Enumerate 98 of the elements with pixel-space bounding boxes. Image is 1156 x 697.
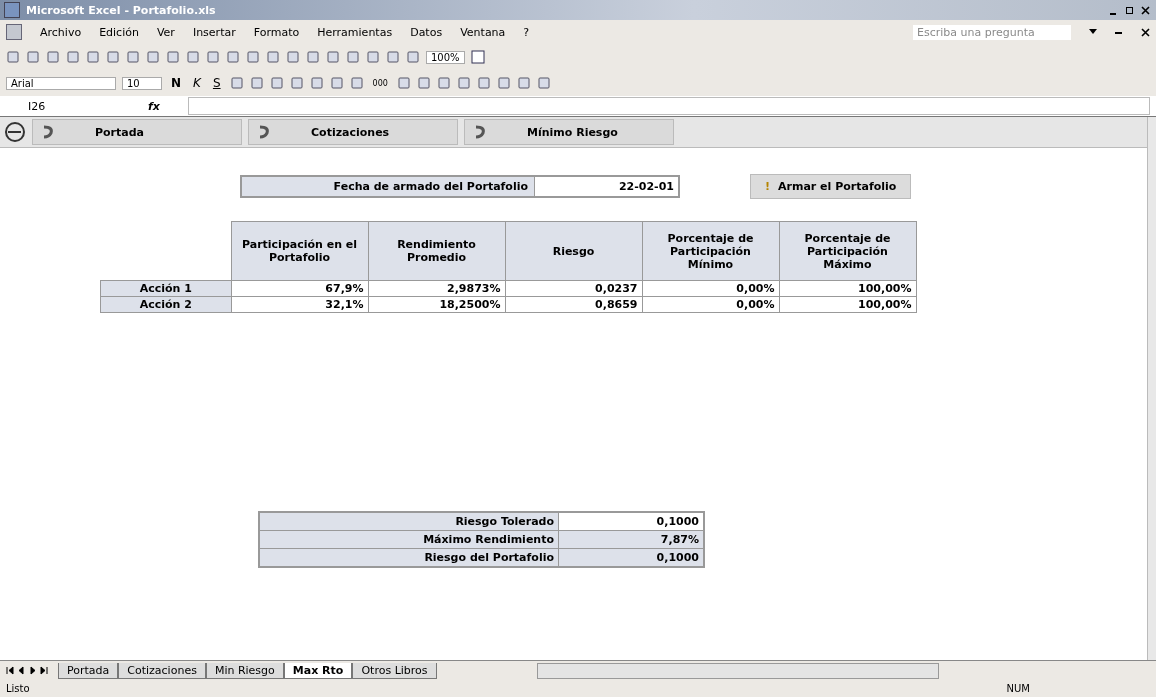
table-cell: 0,00%	[642, 280, 779, 297]
toolbar-icon[interactable]	[186, 50, 200, 64]
column-header: Rendimiento Promedio	[368, 221, 505, 281]
date-value[interactable]: 22-02-01	[535, 177, 678, 196]
toolbar-icon[interactable]	[396, 76, 411, 90]
menu-item[interactable]: Edición	[99, 25, 139, 39]
toolbar-icon[interactable]	[496, 76, 511, 90]
toolbar-icon[interactable]	[286, 50, 300, 64]
toolbar-icon[interactable]	[229, 76, 244, 90]
summary-value[interactable]: 0,1000	[558, 512, 704, 531]
sheet-tab[interactable]: Otros Libros	[352, 663, 437, 679]
sheet-tab[interactable]: Cotizaciones	[118, 663, 206, 679]
toolbar-icon[interactable]	[226, 50, 240, 64]
toolbar-icon[interactable]	[66, 50, 80, 64]
column-header: Porcentaje de Participación Máximo	[779, 221, 916, 281]
date-label: Fecha de armado del Portafolio	[242, 177, 535, 196]
font-dropdown[interactable]: Arial	[6, 76, 116, 90]
toolbar-icon[interactable]	[326, 50, 340, 64]
menu-item[interactable]: ?	[523, 25, 530, 39]
underline-button[interactable]: S	[209, 76, 224, 90]
toolbar-icon[interactable]	[6, 50, 20, 64]
horizontal-scrollbar[interactable]	[536, 663, 939, 679]
menu-item[interactable]: Archivo	[40, 25, 82, 39]
toolbar-icon[interactable]	[309, 76, 324, 90]
table-cell: 32,1%	[231, 296, 368, 313]
menu-item[interactable]: Datos	[410, 25, 443, 39]
toolbar-icon[interactable]	[266, 50, 280, 64]
zoom-dropdown[interactable]: 100%	[426, 50, 465, 64]
sheet-tab[interactable]: Portada	[58, 663, 119, 679]
toolbar-icon[interactable]	[26, 50, 40, 64]
logo-icon	[4, 121, 26, 143]
tab-scroll-icon[interactable]	[6, 666, 50, 675]
font-size-dropdown[interactable]: 10	[122, 76, 162, 90]
thousands-button[interactable]: 000	[369, 78, 391, 88]
table-cell: 0,0237	[505, 280, 642, 297]
toolbar-icon[interactable]	[146, 50, 160, 64]
toolbar-icon[interactable]	[126, 50, 140, 64]
toolbar-icon[interactable]	[436, 76, 451, 90]
menu-item[interactable]: Insertar	[192, 25, 236, 39]
toolbar-icon[interactable]	[406, 50, 420, 64]
navigation-button[interactable]: Mínimo Riesgo	[464, 119, 674, 145]
toolbar-icon[interactable]	[476, 76, 491, 90]
maximize-icon[interactable]	[1124, 5, 1134, 15]
italic-button[interactable]: K	[190, 76, 204, 90]
table-cell: 0,8659	[505, 296, 642, 313]
toolbar-icon[interactable]	[206, 50, 220, 64]
toolbar-icon[interactable]	[346, 50, 360, 64]
table-cell: 100,00%	[779, 280, 916, 297]
toolbar-icon[interactable]	[249, 76, 264, 90]
vertical-scrollbar[interactable]	[1147, 117, 1156, 660]
navigation-button[interactable]: Cotizaciones	[248, 119, 458, 145]
table-cell: 100,00%	[779, 296, 916, 313]
sheet-tab[interactable]: Min Riesgo	[205, 663, 284, 679]
toolbar-icon[interactable]	[536, 76, 551, 90]
toolbar-icon[interactable]	[166, 50, 180, 64]
table-cell: 67,9%	[231, 280, 368, 297]
column-header: Riesgo	[505, 221, 642, 281]
toolbar-icon[interactable]	[456, 76, 471, 90]
table-cell: 2,9873%	[368, 280, 505, 297]
caret-icon[interactable]	[1089, 29, 1097, 35]
toolbar-icon[interactable]	[306, 50, 320, 64]
help-icon[interactable]	[470, 50, 485, 64]
help-search-field[interactable]: Escriba una pregunta	[913, 24, 1071, 40]
close-icon[interactable]	[1140, 5, 1150, 15]
column-header: Porcentaje de Participación Mínimo	[642, 221, 779, 281]
window-title: Microsoft Excel - Portafolio.xls	[26, 3, 216, 17]
toolbar-icon[interactable]	[86, 50, 100, 64]
menu-item[interactable]: Formato	[253, 25, 300, 39]
bold-button[interactable]: N	[168, 76, 185, 90]
close-icon[interactable]	[1141, 27, 1150, 37]
name-box[interactable]: I26	[6, 99, 138, 113]
toolbar-icon[interactable]	[366, 50, 380, 64]
toolbar-icon[interactable]	[269, 76, 284, 90]
num-lock-indicator: NUM	[1006, 682, 1030, 694]
menu-item[interactable]: Ver	[156, 25, 175, 39]
toolbar-icon[interactable]	[329, 76, 344, 90]
toolbar-icon[interactable]	[289, 76, 304, 90]
toolbar-icon[interactable]	[349, 76, 364, 90]
row-header: Acción 1	[100, 280, 231, 297]
menu-item[interactable]: Ventana	[460, 25, 506, 39]
toolbar-icon[interactable]	[106, 50, 120, 64]
formula-field[interactable]	[188, 97, 1150, 115]
minimize-icon[interactable]	[1115, 30, 1123, 34]
status-text: Listo	[6, 682, 30, 694]
table-cell: 0,00%	[642, 296, 779, 313]
toolbar-icon[interactable]	[246, 50, 260, 64]
toolbar-icon[interactable]	[46, 50, 60, 64]
toolbar-icon[interactable]	[516, 76, 531, 90]
menu-item[interactable]: Herramientas	[317, 25, 393, 39]
toolbar-icon[interactable]	[386, 50, 400, 64]
sheet-tab[interactable]: Max Rto	[283, 663, 353, 679]
build-portfolio-button[interactable]: ! Armar el Portafolio	[750, 174, 912, 199]
table-cell: 18,2500%	[368, 296, 505, 313]
column-header: Participación en el Portafolio	[231, 221, 368, 281]
toolbar-icon[interactable]	[416, 76, 431, 90]
navigation-button[interactable]: Portada	[32, 119, 242, 145]
summary-label: Riesgo Tolerado	[259, 512, 559, 531]
function-button[interactable]: fx	[148, 99, 178, 113]
